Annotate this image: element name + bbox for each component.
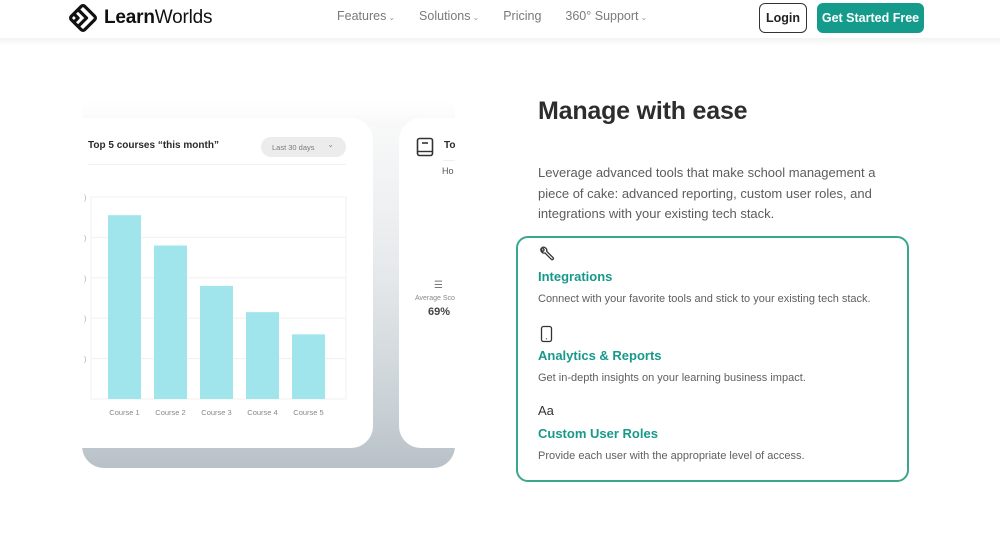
nav-features[interactable]: Features ⌄ [337, 9, 395, 23]
top-courses-card: Top 5 courses “this month” Last 30 days … [82, 118, 373, 448]
wrench-icon [540, 246, 554, 261]
feature-description: Connect with your favorite tools and sti… [538, 293, 871, 305]
course-stats-card: To Ho ☰ Average Sco 69% [399, 118, 455, 448]
typography-icon: Aa [538, 403, 554, 418]
logo-link[interactable]: LearnWorlds [68, 4, 213, 32]
login-button[interactable]: Login [759, 3, 807, 33]
features-list: Integrations Connect with your favorite … [516, 236, 909, 482]
nav-pricing-label: Pricing [503, 9, 542, 23]
header-divider [0, 38, 1000, 46]
x-tick-label: Course 2 [155, 408, 185, 417]
mobile-device-icon [540, 325, 553, 343]
section-heading: Manage with ease [538, 97, 748, 125]
logo-wordmark: LearnWorlds [104, 7, 213, 28]
stats-card-subtitle: Ho [442, 166, 454, 176]
feature-title: Analytics & Reports [538, 348, 662, 363]
nav-pricing[interactable]: Pricing [503, 9, 541, 23]
x-tick-label: Course 4 [247, 408, 277, 417]
chevron-down-icon: ⌄ [388, 13, 396, 22]
feature-user-roles: Aa Custom User Roles Provide each user w… [538, 403, 805, 462]
y-tick-label: ) [84, 316, 86, 323]
main-nav: Features ⌄ Solutions ⌄ Pricing 360° Supp… [337, 9, 647, 23]
nav-features-label: Features [337, 9, 387, 23]
nav-solutions[interactable]: Solutions ⌄ [419, 9, 479, 23]
stats-card-title: To [444, 140, 455, 151]
get-started-button[interactable]: Get Started Free [817, 3, 924, 33]
bar-3 [200, 285, 233, 399]
bar-chart: ))))) Course 1 Course 2 Course 3 Course 4 Cou… [84, 195, 347, 417]
y-tick-label: ) [84, 276, 86, 283]
nav-solutions-label: Solutions [419, 9, 471, 23]
feature-analytics: Analytics & Reports Get in-depth insight… [538, 325, 806, 384]
bar-4 [246, 312, 279, 399]
x-tick-label: Course 1 [109, 408, 139, 417]
y-tick-label: ) [84, 195, 86, 202]
feature-title: Custom User Roles [538, 426, 658, 441]
y-tick-label: ) [84, 357, 86, 364]
y-tick-label: ) [84, 235, 86, 242]
nav-support-label: 360° Support [565, 9, 639, 23]
feature-description: Provide each user with the appropriate l… [538, 450, 805, 462]
chevron-down-icon: ⌄ [640, 13, 648, 22]
bar-5 [292, 334, 325, 399]
chevron-down-icon: ⌄ [472, 13, 480, 22]
bar-1 [108, 215, 141, 399]
book-icon [416, 137, 434, 157]
average-score-label: Average Sco [415, 295, 455, 302]
average-score-value: 69% [428, 306, 451, 318]
stats-card-divider [443, 160, 455, 161]
x-tick-label: Course 3 [201, 408, 231, 417]
feature-description: Get in-depth insights on your learning b… [538, 372, 806, 384]
nav-support[interactable]: 360° Support ⌄ [565, 9, 647, 23]
section-intro: Leverage advanced tools that make school… [538, 165, 876, 221]
site-header: LearnWorlds Features ⌄ Solutions ⌄ Prici… [0, 0, 1000, 38]
feature-integrations: Integrations Connect with your favorite … [538, 246, 871, 305]
bar-2 [154, 245, 187, 399]
x-tick-label: Course 5 [293, 408, 323, 417]
checklist-icon: ☰ [434, 280, 443, 291]
dashboard-illustration: Top 5 courses “this month” Last 30 days … [82, 100, 455, 468]
feature-title: Integrations [538, 269, 613, 284]
learnworlds-logo-icon [69, 4, 97, 32]
